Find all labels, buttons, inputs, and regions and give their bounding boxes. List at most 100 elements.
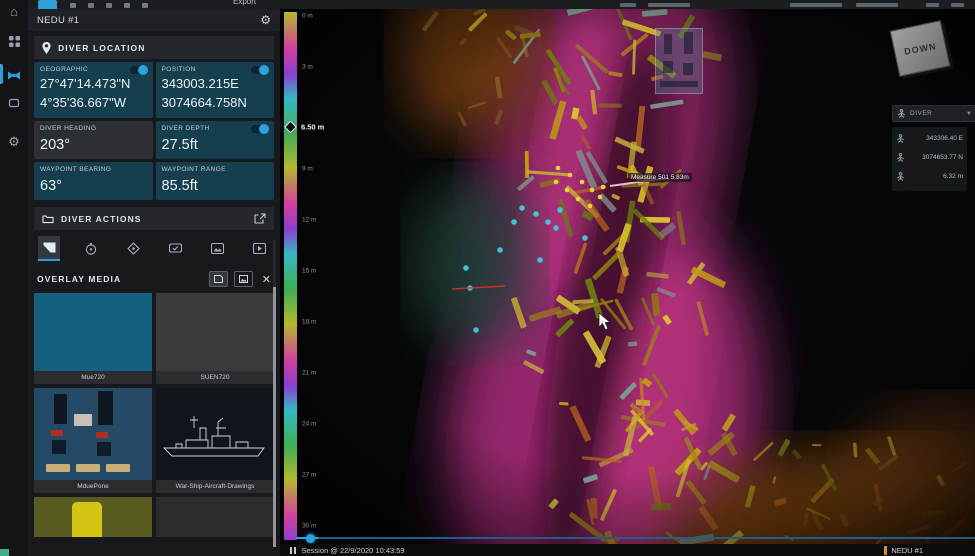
media-thumbnail-warship[interactable]	[156, 388, 274, 480]
timeline-playhead[interactable]	[306, 534, 315, 543]
popout-icon[interactable]	[254, 213, 266, 224]
diver-location-cards: GEOGRAPHIC 27°47'14.473"N 4°35'36.667"W …	[34, 62, 274, 200]
geographic-label: GEOGRAPHIC	[40, 66, 88, 73]
media-item[interactable]: Mue720	[34, 293, 152, 384]
panel-header: NEDU #1 ⚙	[28, 9, 280, 31]
save-media-button[interactable]	[209, 271, 228, 287]
toolbar-item[interactable]	[951, 3, 964, 7]
tool-icon[interactable]	[142, 3, 148, 8]
apps-grid-icon[interactable]	[0, 30, 28, 52]
diver-depth-card: DIVER DEPTH 27.5ft	[156, 121, 275, 159]
tool-icon[interactable]	[106, 3, 112, 8]
diver-location-label: DIVER LOCATION	[58, 43, 146, 53]
position-toggle[interactable]	[251, 66, 268, 74]
waypoint-range-label: WAYPOINT RANGE	[162, 166, 226, 173]
media-item[interactable]	[34, 497, 152, 537]
diver-depth-marker-label: 6.50 m	[301, 123, 324, 132]
tab-notes[interactable]	[164, 237, 186, 260]
export-button[interactable]: Export	[233, 0, 256, 9]
target-depth: 6.32 m	[943, 173, 963, 180]
panel-scrollbar-thumb[interactable]	[273, 287, 276, 547]
scene-media-ghost[interactable]	[655, 28, 703, 94]
toolbar-item[interactable]	[648, 3, 690, 7]
target-selector-dropdown[interactable]: DIVER ▼	[892, 105, 975, 122]
diver-view-icon[interactable]	[0, 64, 28, 86]
tab-media-overlay[interactable]	[38, 236, 60, 261]
diver-panel: NEDU #1 ⚙ DIVER LOCATION GEOGRAPHIC 27°4…	[28, 9, 280, 556]
diver-figure-icon	[896, 153, 905, 162]
orientation-cube-label: DOWN	[903, 41, 937, 56]
timeline-track[interactable]	[296, 537, 975, 539]
media-item[interactable]: War-Ship-Aircraft-Drawings	[156, 388, 274, 493]
waypoint-bearing-card: WAYPOINT BEARING 63°	[34, 162, 153, 200]
media-thumbnail-blue[interactable]	[34, 293, 152, 371]
depth-tick: 30 m	[302, 523, 316, 530]
tab-video[interactable]	[248, 237, 270, 260]
unit-color-bar	[884, 546, 887, 555]
waypoint-bearing-value: 63°	[40, 175, 147, 198]
diver-actions-section[interactable]: DIVER ACTIONS	[34, 207, 274, 230]
diver-figure-icon	[897, 109, 906, 118]
diver-location-section[interactable]: DIVER LOCATION	[34, 36, 274, 59]
media-item[interactable]	[156, 497, 274, 537]
tool-icon[interactable]	[124, 3, 130, 8]
overlay-media-label: OVERLAY MEDIA	[37, 274, 121, 284]
media-item[interactable]: MduePone	[34, 388, 152, 493]
diver-depth-value: 27.5ft	[162, 134, 269, 157]
tool-icon[interactable]	[70, 3, 76, 8]
missions-icon[interactable]	[0, 92, 28, 114]
diver-figure-icon	[896, 172, 905, 181]
close-icon[interactable]: ✕	[262, 273, 271, 286]
diver-depth-label: DIVER DEPTH	[162, 125, 210, 132]
location-pin-icon	[42, 42, 51, 54]
toolbar-item[interactable]	[926, 3, 939, 7]
tab-compass[interactable]	[80, 237, 102, 260]
tool-icon[interactable]	[88, 3, 94, 8]
toolbar-item[interactable]	[790, 3, 842, 7]
waypoint-range-card: WAYPOINT RANGE 85.5ft	[156, 162, 275, 200]
diver-actions-label: DIVER ACTIONS	[61, 214, 142, 224]
target-info-row: 6.32 m	[896, 167, 963, 186]
unit-indicator: NEDU #1	[884, 546, 923, 555]
app-window: Export ⌂ ⚙ NEDU #1 ⚙ DIVER LOCATION	[0, 0, 975, 556]
depth-tick: 27 m	[302, 472, 316, 479]
target-easting: 343306.40 E	[926, 135, 963, 142]
toolbar-item[interactable]	[856, 3, 898, 7]
diver-heading-value: 203°	[40, 134, 147, 157]
depth-tick: 21 m	[302, 370, 316, 377]
tab-waypoint-target[interactable]	[122, 237, 144, 260]
media-caption: Mue720	[34, 371, 152, 384]
geographic-lon: 4°35'36.667"W	[40, 94, 147, 113]
depth-color-scale	[284, 12, 297, 540]
diver-figure-icon	[896, 134, 905, 143]
geographic-toggle[interactable]	[130, 66, 147, 74]
add-media-button[interactable]	[234, 271, 253, 287]
toolbar-item[interactable]	[620, 3, 636, 7]
tab-images[interactable]	[206, 237, 228, 260]
chevron-down-icon: ▼	[966, 111, 972, 117]
sonar-3d-viewport[interactable]: Measure 501 5.83m 0 m 3 m 9 m 12 m 15 m …	[280, 9, 975, 556]
target-selector-value: DIVER	[910, 110, 932, 117]
media-thumbnail-poster[interactable]	[34, 388, 152, 480]
target-info-row: 343306.40 E	[896, 129, 963, 148]
panel-settings-gear-icon[interactable]: ⚙	[260, 14, 271, 26]
media-item[interactable]: SUEN720	[156, 293, 274, 384]
active-tool-tab[interactable]	[38, 0, 57, 9]
target-info-row: 3074653.77 N	[896, 148, 963, 167]
media-caption: SUEN720	[156, 371, 274, 384]
depth-tick: 18 m	[302, 319, 316, 326]
settings-gear-icon[interactable]: ⚙	[0, 131, 28, 153]
panel-title: NEDU #1	[37, 15, 79, 26]
overlay-media-header: OVERLAY MEDIA ✕	[34, 268, 274, 290]
home-icon[interactable]: ⌂	[0, 0, 28, 22]
media-thumbnail-gray[interactable]	[156, 293, 274, 371]
overlay-media-grid: Mue720 SUEN720 Mdue	[34, 293, 274, 537]
panel-tabs	[38, 236, 270, 261]
diver-depth-toggle[interactable]	[251, 125, 268, 133]
media-thumbnail-cylinder[interactable]	[34, 497, 152, 537]
position-easting: 343003.215E	[162, 75, 269, 94]
depth-tick: 12 m	[302, 217, 316, 224]
diver-heading-label: DIVER HEADING	[40, 125, 97, 132]
pause-icon[interactable]	[290, 547, 296, 554]
media-thumbnail-dark[interactable]	[156, 497, 274, 537]
